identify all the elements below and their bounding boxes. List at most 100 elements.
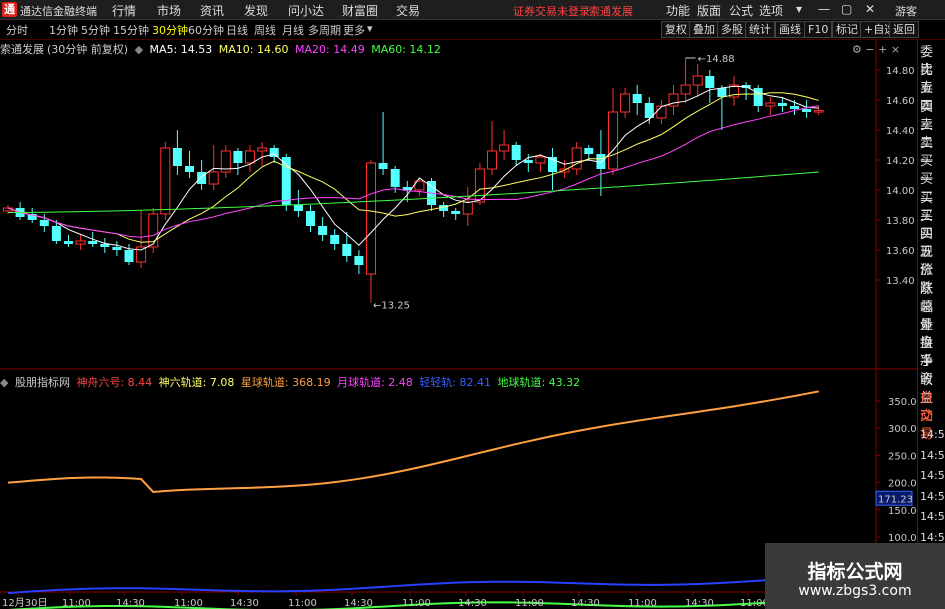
- menu-quotes[interactable]: 行情: [112, 2, 136, 19]
- tab-15min[interactable]: 15分钟: [113, 22, 149, 38]
- price-tick-label: 14.80: [886, 66, 915, 77]
- time-tick-label: 14:30: [344, 598, 373, 609]
- tab-60min[interactable]: 60分钟: [188, 22, 224, 38]
- close-icon[interactable]: ✕: [865, 2, 875, 16]
- candle: [584, 145, 594, 160]
- app-logo-icon: 通: [2, 2, 17, 17]
- menu-wealth-circle[interactable]: 财富圈: [342, 2, 378, 19]
- more-chevron-down-icon[interactable]: ▾: [367, 22, 373, 35]
- candle: [813, 106, 824, 115]
- candle: [112, 241, 122, 256]
- candle: [148, 208, 159, 253]
- back-button[interactable]: 返回: [889, 21, 919, 38]
- candle: [427, 178, 436, 211]
- trade-time: 14:56: [920, 510, 945, 523]
- candle: [596, 130, 606, 196]
- statistics-button[interactable]: 统计: [745, 21, 775, 38]
- time-tick-label: 11:00: [402, 598, 431, 609]
- draw-line-button[interactable]: 画线: [775, 21, 805, 38]
- main-price-chart: ←14.88 ←13.25: [3, 54, 824, 312]
- dropdown-icon[interactable]: ▾: [796, 2, 802, 16]
- zoom-out-icon[interactable]: −: [865, 43, 874, 56]
- watermark-url: www.zbgs3.com: [798, 583, 912, 599]
- tab-weekly[interactable]: 周线: [254, 22, 276, 38]
- multi-stock-button[interactable]: 多股: [717, 21, 747, 38]
- candle: [185, 151, 194, 178]
- time-tick-label: 14:30: [116, 598, 145, 609]
- candle: [342, 232, 352, 262]
- candle: [233, 148, 243, 175]
- menu-news[interactable]: 资讯: [200, 2, 224, 19]
- tab-daily[interactable]: 日线: [226, 22, 248, 38]
- tab-timeshare[interactable]: 分时: [6, 22, 28, 38]
- menu-options[interactable]: 选项: [759, 2, 783, 19]
- candle: [378, 112, 388, 175]
- tab-monthly[interactable]: 月线: [282, 22, 304, 38]
- ma20-label: MA20: 14.49: [294, 43, 365, 56]
- price-tick-label: 14.40: [886, 126, 915, 137]
- candle: [306, 205, 315, 232]
- watermark: 指标公式网 www.zbgs3.com: [765, 543, 945, 609]
- candle: [499, 130, 510, 160]
- tab-30min[interactable]: 30分钟: [152, 22, 188, 38]
- menu-market[interactable]: 市场: [157, 2, 181, 19]
- low-price-label: ←13.25: [373, 301, 410, 312]
- tab-5min[interactable]: 5分钟: [81, 22, 110, 38]
- guest-user[interactable]: 游客: [895, 3, 917, 19]
- adjust-button[interactable]: 复权: [661, 21, 691, 38]
- menu-trade[interactable]: 交易: [396, 2, 420, 19]
- candle: [124, 244, 134, 265]
- close-panel-icon[interactable]: ×: [891, 43, 900, 56]
- period-note: (30分钟 前复权): [47, 43, 129, 56]
- chart-area[interactable]: ←14.88 ←13.25 14.80 14.60 14.40 14.20 14.00 13…: [0, 40, 917, 609]
- trade-time: 14:56: [920, 428, 945, 441]
- ma10-label: MA10: 14.60: [218, 43, 289, 56]
- candle: [172, 130, 182, 175]
- app-title: 通达信金融终端: [20, 5, 97, 18]
- candle: [753, 85, 763, 112]
- login-status[interactable]: 证券交易未登录: [513, 3, 590, 19]
- ma20-line: [7, 105, 819, 238]
- time-tick-label: 14:30: [230, 598, 259, 609]
- ma-toggle-icon[interactable]: ◆: [135, 43, 143, 56]
- mark-button[interactable]: 标记: [832, 21, 862, 38]
- candle: [692, 64, 703, 97]
- f10-button[interactable]: F10: [804, 21, 833, 38]
- menu-discover[interactable]: 发现: [244, 2, 268, 19]
- ind-planet-orbit: 星球轨道: 368.19: [240, 376, 331, 389]
- candle: [802, 100, 812, 118]
- settings-icon[interactable]: ⚙: [852, 43, 862, 56]
- ma5-label: MA5: 14.53: [149, 43, 213, 56]
- menu-formula[interactable]: 公式: [729, 2, 753, 19]
- overlay-button[interactable]: 叠加: [689, 21, 719, 38]
- trade-time: 14:56: [920, 469, 945, 482]
- menu-functions[interactable]: 功能: [666, 2, 690, 19]
- indicator-tick-label: 300.0: [888, 424, 917, 435]
- ma10-line: [7, 92, 819, 243]
- candle: [644, 97, 654, 124]
- minimize-icon[interactable]: —: [818, 2, 830, 16]
- tab-multi-period[interactable]: 多周期: [308, 22, 341, 38]
- zoom-in-icon[interactable]: +: [878, 43, 887, 56]
- candle: [318, 217, 328, 241]
- chart-controls: ⚙ − + ×: [852, 43, 900, 56]
- watermark-title: 指标公式网: [807, 561, 903, 583]
- candle: [64, 235, 73, 247]
- menu-layout[interactable]: 版面: [697, 2, 721, 19]
- ma5-line: [7, 85, 819, 251]
- maximize-icon[interactable]: ▢: [841, 2, 852, 16]
- candle: [330, 229, 340, 250]
- candle: [451, 208, 461, 220]
- candle: [511, 142, 521, 166]
- candle: [245, 145, 255, 172]
- menu-wenxiaoda[interactable]: 问小达: [288, 2, 324, 19]
- candle: [208, 145, 219, 190]
- indicator-toggle-icon[interactable]: ◆: [0, 376, 8, 389]
- tab-more[interactable]: 更多: [343, 22, 365, 38]
- tab-1min[interactable]: 1分钟: [49, 22, 78, 38]
- candle: [705, 70, 715, 103]
- candle: [680, 58, 691, 103]
- ind-earth-orbit: 地球轨道: 43.32: [497, 376, 581, 389]
- candle: [548, 148, 557, 190]
- candle: [632, 85, 642, 115]
